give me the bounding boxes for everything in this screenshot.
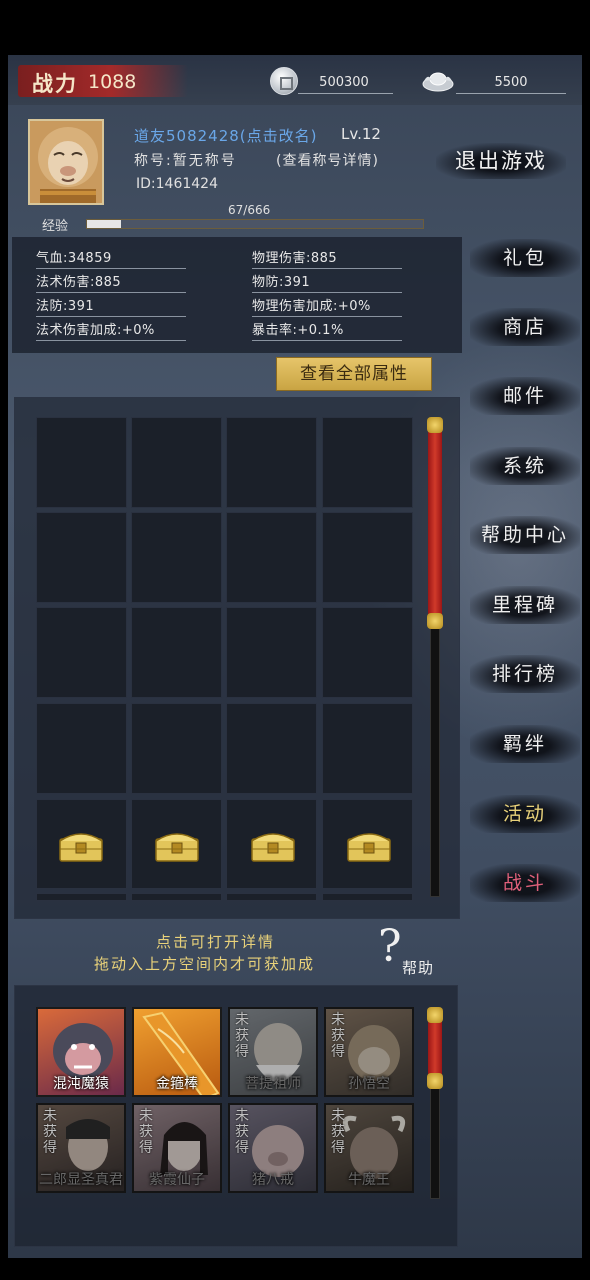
- help-question-icon[interactable]: ?: [378, 921, 402, 972]
- menu-bonds[interactable]: 羁绊: [470, 725, 580, 763]
- equip-slot[interactable]: [36, 703, 127, 794]
- player-title: 称号:暂无称号: [134, 153, 237, 169]
- equip-slot: [322, 893, 413, 901]
- not-obtained-label: 未获得: [235, 1012, 249, 1060]
- stat-magic-damage: 法术伤害:885: [36, 271, 186, 293]
- equip-slot[interactable]: [36, 512, 127, 603]
- locked-chest-icon: [59, 833, 103, 862]
- menu-activity[interactable]: 活动: [470, 795, 580, 833]
- card-name: 金箍棒: [156, 1076, 198, 1092]
- player-id: ID:1461424: [136, 176, 218, 192]
- equip-slot[interactable]: [131, 607, 222, 698]
- hint-tap-details: 点击可打开详情: [156, 933, 276, 951]
- view-all-attributes-button[interactable]: 查看全部属性: [276, 357, 432, 391]
- monkey-portrait-icon: [30, 121, 102, 203]
- equip-slot: [226, 893, 317, 901]
- card-chaos-ape[interactable]: 混沌魔猿: [36, 1007, 126, 1097]
- stat-crit-rate: 暴击率:+0.1%: [252, 319, 402, 341]
- stat-magic-defense: 法防:391: [36, 295, 186, 317]
- menu-leaderboard[interactable]: 排行榜: [470, 655, 580, 693]
- power-value: 1088: [88, 71, 137, 93]
- coin-underline: [298, 93, 393, 94]
- exp-value: 67/666: [228, 203, 271, 217]
- exp-progress-bar: [86, 219, 424, 229]
- stats-panel: 气血:34859 法术伤害:885 法防:391 法术伤害加成:+0% 物理伤害…: [12, 237, 462, 353]
- copper-coin-icon: [270, 67, 298, 95]
- equip-slot[interactable]: [226, 607, 317, 698]
- not-obtained-label: 未获得: [331, 1108, 345, 1156]
- equip-slot[interactable]: [322, 512, 413, 603]
- scroll-cap-icon: [427, 1007, 443, 1023]
- player-avatar[interactable]: [28, 119, 104, 205]
- equip-slot[interactable]: [226, 512, 317, 603]
- ingot-underline: [456, 93, 566, 94]
- scroll-cap-icon: [427, 613, 443, 629]
- stat-physical-damage-bonus: 物理伤害加成:+0%: [252, 295, 402, 317]
- player-name-link[interactable]: 道友5082428(点击改名): [134, 125, 318, 146]
- exit-game-button[interactable]: 退出游戏: [436, 143, 566, 179]
- card-zhu-bajie[interactable]: 未获得 猪八戒: [228, 1103, 318, 1193]
- power-label: 战力: [32, 71, 78, 96]
- help-button[interactable]: 帮助: [402, 957, 434, 978]
- equip-slot[interactable]: [322, 417, 413, 508]
- title-detail-link[interactable]: (查看称号详情): [276, 150, 379, 170]
- stat-magic-damage-bonus: 法术伤害加成:+0%: [36, 319, 186, 341]
- player-level: Lv.12: [341, 125, 381, 143]
- menu-help-center[interactable]: 帮助中心: [470, 516, 580, 554]
- card-golden-staff[interactable]: 金箍棒: [132, 1007, 222, 1097]
- ingot-value: 5500: [494, 75, 528, 90]
- locked-chest-icon: [155, 833, 199, 862]
- equip-slot[interactable]: [322, 703, 413, 794]
- card-bull-demon-king[interactable]: 未获得 牛魔王: [324, 1103, 414, 1193]
- card-name: 菩提祖师: [245, 1076, 301, 1092]
- card-name: 二郎显圣真君: [39, 1172, 123, 1188]
- card-name: 猪八戒: [252, 1172, 294, 1188]
- not-obtained-label: 未获得: [43, 1108, 57, 1156]
- menu-milestone[interactable]: 里程碑: [470, 586, 580, 624]
- locked-chest-icon: [347, 833, 391, 862]
- silver-ingot-icon: [422, 72, 454, 92]
- equip-slot[interactable]: [36, 607, 127, 698]
- equip-slot[interactable]: [36, 417, 127, 508]
- exp-label: 经验: [42, 219, 69, 234]
- equipment-scroll-thumb[interactable]: [428, 427, 442, 627]
- scroll-cap-icon: [427, 417, 443, 433]
- equip-slot[interactable]: [131, 703, 222, 794]
- menu-shop[interactable]: 商店: [470, 308, 580, 346]
- menu-mail[interactable]: 邮件: [470, 377, 580, 415]
- equip-slot[interactable]: [131, 512, 222, 603]
- hint-drag-bonus: 拖动入上方空间内才可获加成: [94, 955, 316, 973]
- card-name: 孙悟空: [348, 1076, 390, 1092]
- equip-slot: [36, 893, 127, 901]
- card-erlang-shen[interactable]: 未获得 二郎显圣真君: [36, 1103, 126, 1193]
- stat-physical-damage: 物理伤害:885: [252, 247, 402, 269]
- card-name: 牛魔王: [348, 1172, 390, 1188]
- stat-hp: 气血:34859: [36, 247, 186, 269]
- stat-physical-defense: 物防:391: [252, 271, 402, 293]
- top-bar: 战力 1088 500300 5500: [8, 55, 582, 105]
- menu-gift-pack[interactable]: 礼包: [470, 239, 580, 277]
- not-obtained-label: 未获得: [331, 1012, 345, 1060]
- card-name: 混沌魔猿: [53, 1076, 109, 1092]
- scroll-cap-icon: [427, 1073, 443, 1089]
- equip-slot[interactable]: [226, 417, 317, 508]
- exp-progress-fill: [87, 220, 121, 228]
- card-zixia-fairy[interactable]: 未获得 紫霞仙子: [132, 1103, 222, 1193]
- coin-value: 500300: [319, 75, 369, 90]
- menu-system[interactable]: 系统: [470, 447, 580, 485]
- card-name: 紫霞仙子: [149, 1172, 205, 1188]
- game-screen: 战力 1088 500300 5500 道友5082428(点击改名) Lv.1…: [8, 55, 582, 1258]
- equip-slot[interactable]: [322, 607, 413, 698]
- equip-slot: [131, 893, 222, 901]
- menu-battle[interactable]: 战斗: [470, 864, 580, 902]
- equip-slot[interactable]: [226, 703, 317, 794]
- not-obtained-label: 未获得: [235, 1108, 249, 1156]
- locked-chest-icon: [251, 833, 295, 862]
- not-obtained-label: 未获得: [139, 1108, 153, 1156]
- card-bodhi-master[interactable]: 未获得 菩提祖师: [228, 1007, 318, 1097]
- equip-slot[interactable]: [131, 417, 222, 508]
- card-sun-wukong[interactable]: 未获得 孙悟空: [324, 1007, 414, 1097]
